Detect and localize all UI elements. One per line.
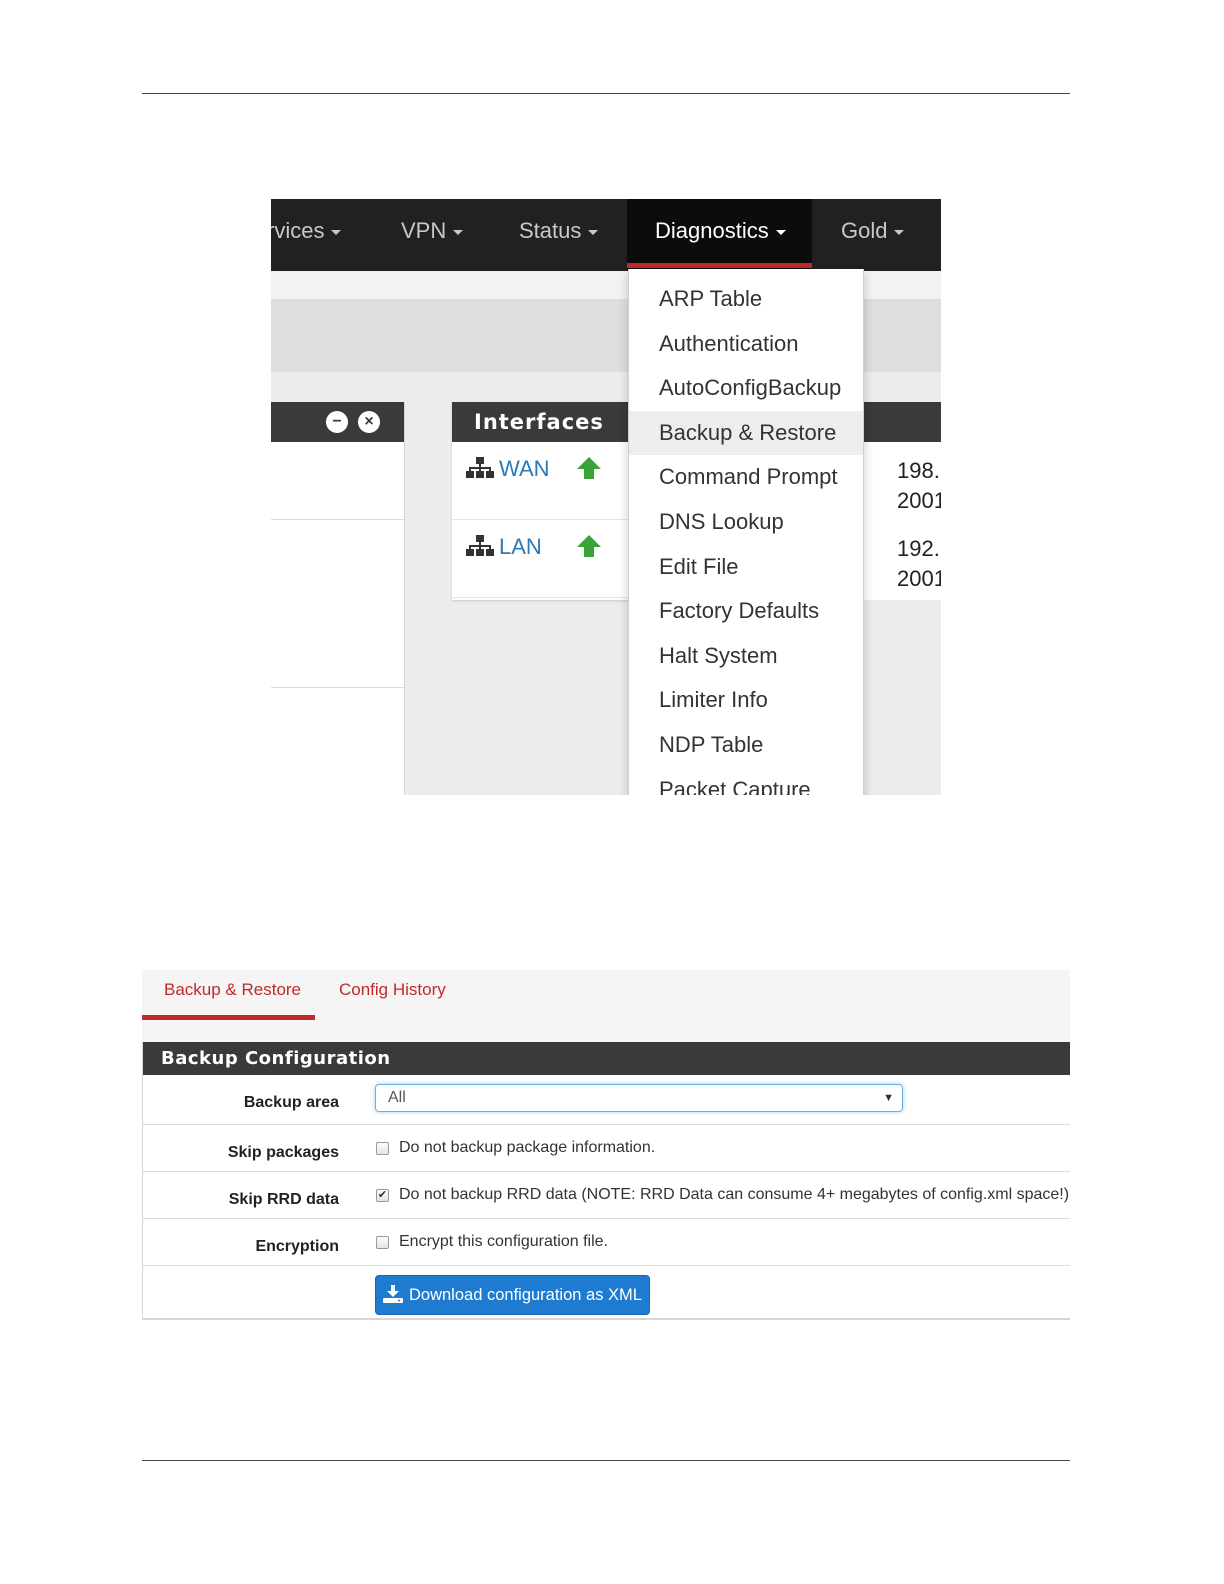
menu-item-limiter-info[interactable]: Limiter Info: [629, 678, 863, 723]
caret-down-icon: [331, 229, 342, 235]
top-navbar: rvices VPN Status Diagnostics Gold: [271, 199, 941, 271]
form-row-skip-rrd: Skip RRD data ✔ Do not backup RRD data (…: [143, 1172, 1070, 1219]
interface-link-wan[interactable]: WAN: [499, 456, 550, 482]
wan-ipv6: 2001: [897, 488, 941, 513]
skip-packages-checkbox[interactable]: [376, 1142, 389, 1155]
wan-ipv4: 198.: [897, 458, 940, 483]
tab-backup-restore[interactable]: Backup & Restore: [142, 970, 315, 1020]
menu-item-autoconfigbackup[interactable]: AutoConfigBackup: [629, 366, 863, 411]
caret-down-icon: [775, 229, 786, 235]
menu-item-dns-lookup[interactable]: DNS Lookup: [629, 500, 863, 545]
nav-services[interactable]: rvices: [271, 199, 342, 271]
menu-item-command-prompt[interactable]: Command Prompt: [629, 455, 863, 500]
tab-config-history[interactable]: Config History: [339, 970, 446, 1020]
widget-header: − ×: [271, 402, 404, 442]
download-config-label: Download configuration as XML: [409, 1286, 642, 1304]
lan-ipv6: 2001: [897, 566, 941, 591]
skip-rrd-label: Skip RRD data: [228, 1191, 339, 1208]
menu-item-edit-file[interactable]: Edit File: [629, 545, 863, 590]
menu-item-packet-capture[interactable]: Packet Capture: [629, 768, 863, 795]
network-icon: [466, 457, 494, 478]
tab-backup-restore-label: Backup & Restore: [164, 980, 302, 999]
form-row-skip-packages: Skip packages Do not backup package info…: [143, 1125, 1070, 1172]
nav-gold[interactable]: Gold: [841, 199, 905, 271]
interfaces-widget-title: Interfaces: [452, 402, 652, 442]
nav-status[interactable]: Status: [519, 199, 599, 271]
arrow-up-icon: [577, 535, 601, 557]
close-icon[interactable]: ×: [358, 411, 380, 433]
menu-item-backup-restore[interactable]: Backup & Restore: [629, 410, 863, 456]
backup-configuration-panel: Backup Configuration Backup area All ▼ S…: [142, 1042, 1070, 1320]
menu-item-authentication[interactable]: Authentication: [629, 322, 863, 367]
interface-row-lan: LAN: [452, 520, 652, 598]
diagnostics-dropdown-menu: ARP Table Authentication AutoConfigBacku…: [628, 269, 864, 795]
interface-link-lan[interactable]: LAN: [499, 534, 542, 560]
nav-gold-label: Gold: [841, 218, 888, 243]
encryption-checkbox[interactable]: [376, 1236, 389, 1249]
nav-diagnostics-label: Diagnostics: [655, 218, 769, 243]
nav-vpn[interactable]: VPN: [401, 199, 464, 271]
form-row-download: Download configuration as XML: [143, 1266, 1070, 1322]
download-config-button[interactable]: Download configuration as XML: [375, 1275, 650, 1315]
interfaces-address-column: 198. 2001 192. 2001: [863, 402, 941, 600]
backup-area-select[interactable]: All ▼: [375, 1084, 903, 1112]
tab-bar: Backup & Restore Config History: [142, 970, 1070, 1042]
caret-down-icon: [894, 229, 905, 235]
select-arrow-icon: ▼: [883, 1092, 894, 1104]
network-icon: [466, 535, 494, 556]
nav-vpn-label: VPN: [401, 218, 447, 243]
panel-title: Backup Configuration: [143, 1042, 1070, 1075]
form-row-encryption: Encryption Encrypt this configuration fi…: [143, 1219, 1070, 1266]
bottom-rule: [142, 1460, 1070, 1461]
backup-restore-screenshot: Backup & Restore Config History Backup C…: [142, 970, 1070, 1322]
encryption-label: Encryption: [255, 1238, 339, 1255]
nav-status-label: Status: [519, 218, 582, 243]
nav-services-label: rvices: [271, 218, 325, 243]
skip-rrd-checkbox[interactable]: ✔: [376, 1189, 389, 1202]
form-row-backup-area: Backup area All ▼: [143, 1075, 1070, 1125]
menu-item-factory-defaults[interactable]: Factory Defaults: [629, 589, 863, 634]
widget-row: [271, 442, 404, 520]
widget-panel-left: − ×: [271, 402, 405, 795]
widget-row: [271, 520, 404, 688]
tab-config-history-label: Config History: [339, 980, 446, 999]
lan-ipv4: 192.: [897, 536, 940, 561]
backup-area-value: All: [388, 1089, 406, 1106]
menu-item-halt-system[interactable]: Halt System: [629, 634, 863, 679]
interfaces-widget: Interfaces WAN LAN: [452, 402, 652, 600]
arrow-up-icon: [577, 457, 601, 479]
interface-address-wan: 198. 2001: [863, 442, 941, 520]
nav-diagnostics[interactable]: Diagnostics: [627, 199, 812, 271]
encryption-text: Encrypt this configuration file.: [399, 1233, 608, 1250]
skip-rrd-text: Do not backup RRD data (NOTE: RRD Data c…: [399, 1186, 1070, 1203]
caret-down-icon: [453, 229, 464, 235]
top-rule: [142, 93, 1070, 94]
interface-row-wan: WAN: [452, 442, 652, 520]
menu-item-ndp-table[interactable]: NDP Table: [629, 723, 863, 768]
widget-header: [863, 402, 941, 442]
skip-packages-text: Do not backup package information.: [399, 1139, 656, 1156]
menu-item-arp-table[interactable]: ARP Table: [629, 277, 863, 322]
backup-area-label: Backup area: [243, 1094, 339, 1111]
caret-down-icon: [588, 229, 599, 235]
diagnostics-menu-screenshot: rvices VPN Status Diagnostics Gold − × I…: [271, 199, 941, 795]
minimize-icon[interactable]: −: [326, 411, 348, 433]
interface-address-lan: 192. 2001: [863, 520, 941, 598]
skip-packages-label: Skip packages: [227, 1144, 339, 1161]
download-icon: [383, 1284, 403, 1303]
